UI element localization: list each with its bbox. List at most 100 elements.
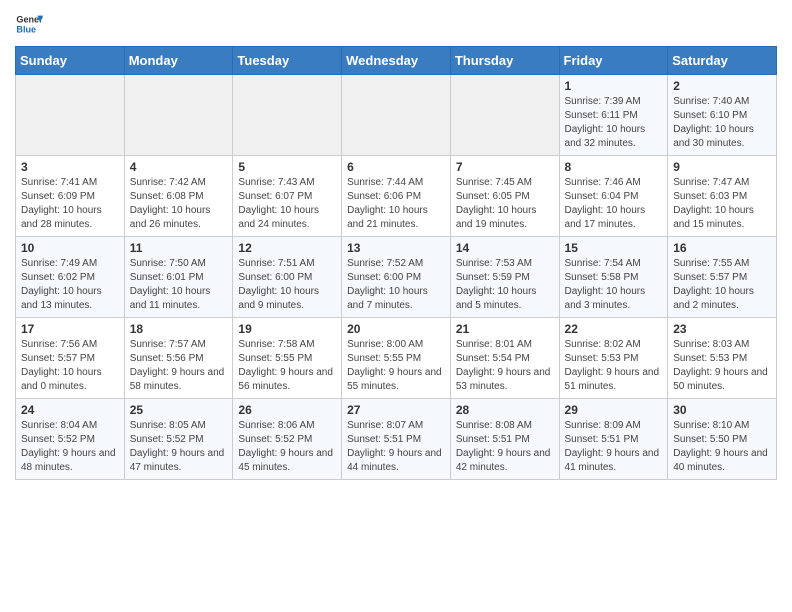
day-info: Sunrise: 8:05 AMSunset: 5:52 PMDaylight:… xyxy=(130,419,228,475)
day-number: 8 xyxy=(565,160,663,174)
day-number: 5 xyxy=(238,160,336,174)
day-info: Sunrise: 8:01 AMSunset: 5:54 PMDaylight:… xyxy=(456,338,554,394)
day-number: 26 xyxy=(238,403,336,417)
day-info: Sunrise: 8:10 AMSunset: 5:50 PMDaylight:… xyxy=(673,419,771,475)
weekday-header-tuesday: Tuesday xyxy=(233,47,342,75)
calendar-day-cell xyxy=(16,75,125,156)
calendar-week-row: 3 Sunrise: 7:41 AMSunset: 6:09 PMDaylight… xyxy=(16,156,777,237)
calendar-header: SundayMondayTuesdayWednesdayThursdayFrid… xyxy=(16,47,777,75)
day-info: Sunrise: 7:39 AMSunset: 6:11 PMDaylight:… xyxy=(565,95,663,151)
day-number: 12 xyxy=(238,241,336,255)
calendar-day-cell: 23 Sunrise: 8:03 AMSunset: 5:53 PMDayligh… xyxy=(668,318,777,399)
calendar-day-cell xyxy=(450,75,559,156)
day-number: 21 xyxy=(456,322,554,336)
calendar-day-cell: 2Sunrise: 7:40 AMSunset: 6:10 PMDaylight… xyxy=(668,75,777,156)
calendar-day-cell: 27 Sunrise: 8:07 AMSunset: 5:51 PMDayligh… xyxy=(342,399,451,480)
calendar-day-cell: 10 Sunrise: 7:49 AMSunset: 6:02 PMDayligh… xyxy=(16,237,125,318)
calendar-day-cell: 29 Sunrise: 8:09 AMSunset: 5:51 PMDayligh… xyxy=(559,399,668,480)
calendar-day-cell: 3 Sunrise: 7:41 AMSunset: 6:09 PMDaylight… xyxy=(16,156,125,237)
day-info: Sunrise: 8:07 AMSunset: 5:51 PMDaylight:… xyxy=(347,419,445,475)
day-number: 30 xyxy=(673,403,771,417)
calendar-day-cell: 21 Sunrise: 8:01 AMSunset: 5:54 PMDayligh… xyxy=(450,318,559,399)
weekday-header-wednesday: Wednesday xyxy=(342,47,451,75)
day-info: Sunrise: 7:49 AMSunset: 6:02 PMDaylight:… xyxy=(21,257,119,313)
weekday-header-saturday: Saturday xyxy=(668,47,777,75)
calendar-day-cell: 28 Sunrise: 8:08 AMSunset: 5:51 PMDayligh… xyxy=(450,399,559,480)
day-info: Sunrise: 8:09 AMSunset: 5:51 PMDaylight:… xyxy=(565,419,663,475)
day-number: 9 xyxy=(673,160,771,174)
day-info: Sunrise: 7:58 AMSunset: 5:55 PMDaylight:… xyxy=(238,338,336,394)
day-info: Sunrise: 8:04 AMSunset: 5:52 PMDaylight:… xyxy=(21,419,119,475)
logo: General Blue xyxy=(15,10,43,38)
calendar-day-cell: 7 Sunrise: 7:45 AMSunset: 6:05 PMDaylight… xyxy=(450,156,559,237)
day-number: 7 xyxy=(456,160,554,174)
day-info: Sunrise: 7:57 AMSunset: 5:56 PMDaylight:… xyxy=(130,338,228,394)
calendar-day-cell: 25 Sunrise: 8:05 AMSunset: 5:52 PMDayligh… xyxy=(124,399,233,480)
day-number: 27 xyxy=(347,403,445,417)
day-info: Sunrise: 7:41 AMSunset: 6:09 PMDaylight:… xyxy=(21,176,119,232)
day-info: Sunrise: 7:42 AMSunset: 6:08 PMDaylight:… xyxy=(130,176,228,232)
day-number: 10 xyxy=(21,241,119,255)
calendar-day-cell: 5 Sunrise: 7:43 AMSunset: 6:07 PMDaylight… xyxy=(233,156,342,237)
day-number: 1 xyxy=(565,79,663,93)
day-info: Sunrise: 7:55 AMSunset: 5:57 PMDaylight:… xyxy=(673,257,771,313)
day-info: Sunrise: 7:53 AMSunset: 5:59 PMDaylight:… xyxy=(456,257,554,313)
day-info: Sunrise: 7:54 AMSunset: 5:58 PMDaylight:… xyxy=(565,257,663,313)
day-info: Sunrise: 8:00 AMSunset: 5:55 PMDaylight:… xyxy=(347,338,445,394)
calendar-day-cell: 30 Sunrise: 8:10 AMSunset: 5:50 PMDayligh… xyxy=(668,399,777,480)
calendar-body: 1 Sunrise: 7:39 AMSunset: 6:11 PMDaylight… xyxy=(16,75,777,480)
weekday-header-monday: Monday xyxy=(124,47,233,75)
calendar-day-cell xyxy=(342,75,451,156)
weekday-header-friday: Friday xyxy=(559,47,668,75)
calendar-day-cell: 12 Sunrise: 7:51 AMSunset: 6:00 PMDayligh… xyxy=(233,237,342,318)
calendar-day-cell: 4 Sunrise: 7:42 AMSunset: 6:08 PMDaylight… xyxy=(124,156,233,237)
calendar-day-cell: 17 Sunrise: 7:56 AMSunset: 5:57 PMDayligh… xyxy=(16,318,125,399)
calendar-day-cell: 11 Sunrise: 7:50 AMSunset: 6:01 PMDayligh… xyxy=(124,237,233,318)
calendar-day-cell: 24 Sunrise: 8:04 AMSunset: 5:52 PMDayligh… xyxy=(16,399,125,480)
day-info: Sunrise: 7:56 AMSunset: 5:57 PMDaylight:… xyxy=(21,338,119,394)
calendar-day-cell: 1 Sunrise: 7:39 AMSunset: 6:11 PMDaylight… xyxy=(559,75,668,156)
day-number: 11 xyxy=(130,241,228,255)
calendar-week-row: 10 Sunrise: 7:49 AMSunset: 6:02 PMDayligh… xyxy=(16,237,777,318)
day-info: Sunrise: 7:51 AMSunset: 6:00 PMDaylight:… xyxy=(238,257,336,313)
calendar-day-cell: 8 Sunrise: 7:46 AMSunset: 6:04 PMDaylight… xyxy=(559,156,668,237)
day-number: 2 xyxy=(673,79,771,93)
weekday-header-thursday: Thursday xyxy=(450,47,559,75)
day-number: 24 xyxy=(21,403,119,417)
calendar-week-row: 17 Sunrise: 7:56 AMSunset: 5:57 PMDayligh… xyxy=(16,318,777,399)
day-info: Sunrise: 8:02 AMSunset: 5:53 PMDaylight:… xyxy=(565,338,663,394)
day-number: 15 xyxy=(565,241,663,255)
calendar-day-cell: 26 Sunrise: 8:06 AMSunset: 5:52 PMDayligh… xyxy=(233,399,342,480)
day-info: Sunrise: 7:45 AMSunset: 6:05 PMDaylight:… xyxy=(456,176,554,232)
svg-text:Blue: Blue xyxy=(16,24,36,34)
calendar-day-cell: 18 Sunrise: 7:57 AMSunset: 5:56 PMDayligh… xyxy=(124,318,233,399)
calendar-day-cell: 20 Sunrise: 8:00 AMSunset: 5:55 PMDayligh… xyxy=(342,318,451,399)
day-info: Sunrise: 7:44 AMSunset: 6:06 PMDaylight:… xyxy=(347,176,445,232)
day-number: 17 xyxy=(21,322,119,336)
day-info: Sunrise: 7:43 AMSunset: 6:07 PMDaylight:… xyxy=(238,176,336,232)
day-number: 23 xyxy=(673,322,771,336)
day-number: 4 xyxy=(130,160,228,174)
day-info: Sunrise: 7:46 AMSunset: 6:04 PMDaylight:… xyxy=(565,176,663,232)
day-info: Sunrise: 8:06 AMSunset: 5:52 PMDaylight:… xyxy=(238,419,336,475)
day-number: 29 xyxy=(565,403,663,417)
calendar-day-cell: 15 Sunrise: 7:54 AMSunset: 5:58 PMDayligh… xyxy=(559,237,668,318)
calendar-day-cell: 16Sunrise: 7:55 AMSunset: 5:57 PMDayligh… xyxy=(668,237,777,318)
day-number: 25 xyxy=(130,403,228,417)
calendar-week-row: 24 Sunrise: 8:04 AMSunset: 5:52 PMDayligh… xyxy=(16,399,777,480)
calendar-day-cell xyxy=(124,75,233,156)
day-number: 22 xyxy=(565,322,663,336)
day-info: Sunrise: 7:50 AMSunset: 6:01 PMDaylight:… xyxy=(130,257,228,313)
day-number: 14 xyxy=(456,241,554,255)
day-number: 3 xyxy=(21,160,119,174)
calendar-day-cell xyxy=(233,75,342,156)
day-number: 19 xyxy=(238,322,336,336)
day-number: 6 xyxy=(347,160,445,174)
day-number: 13 xyxy=(347,241,445,255)
calendar-day-cell: 14 Sunrise: 7:53 AMSunset: 5:59 PMDayligh… xyxy=(450,237,559,318)
day-number: 18 xyxy=(130,322,228,336)
day-number: 28 xyxy=(456,403,554,417)
day-number: 20 xyxy=(347,322,445,336)
day-info: Sunrise: 8:08 AMSunset: 5:51 PMDaylight:… xyxy=(456,419,554,475)
day-info: Sunrise: 8:03 AMSunset: 5:53 PMDaylight:… xyxy=(673,338,771,394)
